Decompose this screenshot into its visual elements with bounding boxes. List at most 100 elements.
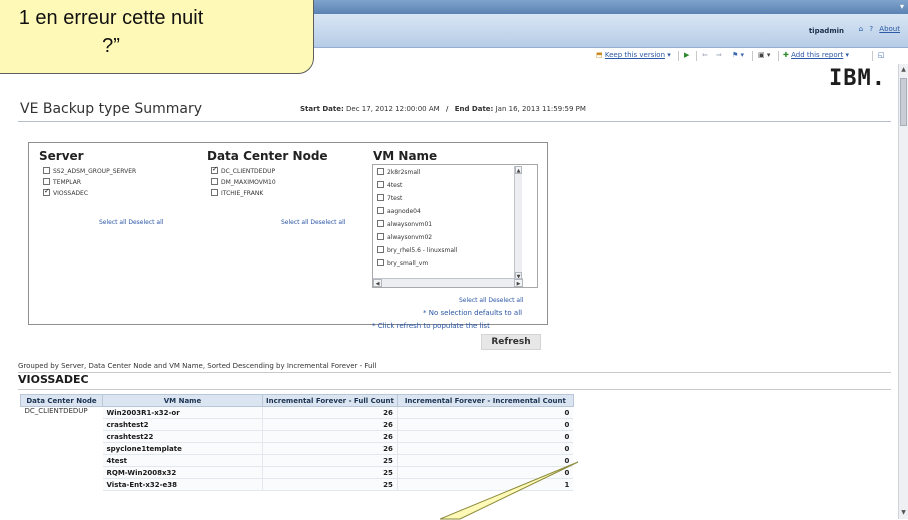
forward-icon[interactable]: ⇒	[716, 51, 722, 59]
add-report-link[interactable]: Add this report	[791, 51, 843, 59]
data-center-node-cell: DC_CLIENTDEDUP	[20, 406, 103, 491]
refresh-button[interactable]: Refresh	[481, 334, 541, 350]
vm-option[interactable]: bry_small_vm	[377, 259, 428, 267]
checkbox-checked[interactable]	[43, 187, 50, 196]
scroll-thumb[interactable]	[900, 78, 907, 126]
vm-option[interactable]: alwaysonvm02	[377, 233, 432, 241]
dcnode-option[interactable]: ITCHIE_FRANK	[211, 189, 263, 197]
column-header-full: Incremental Forever - Full Count	[262, 394, 398, 407]
dcnode-select-all[interactable]: Select all	[281, 219, 308, 226]
home-icon[interactable]: ⌂	[859, 25, 863, 33]
page-scrollbar[interactable]: ▲ ▼	[898, 64, 908, 519]
server-section-title: VIOSSADEC	[18, 373, 89, 386]
table-header-row: Data Center Node VM Name Incremental For…	[20, 394, 574, 407]
checkbox[interactable]	[377, 194, 384, 201]
chevron-down-icon[interactable]: ▾	[900, 2, 904, 11]
add-report-menu[interactable]: ✚ Add this report ▾	[783, 51, 849, 59]
toolbar-divider	[752, 51, 753, 61]
callout-line-2: ?”	[102, 35, 120, 57]
scroll-left-icon[interactable]: ◀	[373, 279, 382, 287]
toolbar-divider	[872, 51, 873, 61]
column-header-incremental: Incremental Forever - Incremental Count	[396, 394, 574, 407]
vm-option[interactable]: aagnode04	[377, 207, 421, 215]
checkbox[interactable]	[377, 207, 384, 214]
toolbar-divider	[696, 51, 697, 61]
add-report-icon: ✚	[783, 51, 789, 59]
vm-list[interactable]: 2k8r2small 4test 7test aagnode04 alwayso…	[372, 164, 538, 288]
checkbox[interactable]	[43, 178, 50, 185]
open-icon[interactable]: ◱	[878, 51, 885, 59]
checkbox[interactable]	[211, 189, 218, 196]
output-icon[interactable]: ▣ ▾	[758, 51, 770, 59]
server-option[interactable]: VIOSSADEC	[43, 187, 88, 197]
vm-deselect-all[interactable]: Deselect all	[488, 297, 523, 304]
grouping-description: Grouped by Server, Data Center Node and …	[18, 362, 377, 370]
full-count-cell: 26	[262, 406, 398, 419]
default-selection-note: * No selection defaults to all	[423, 309, 523, 317]
filter-panel: Server SS2_ADSM_GROUP_SERVER TEMPLAR VIO…	[28, 142, 548, 325]
vm-name-cell: crashtest2	[102, 418, 263, 431]
incremental-count-cell: 0	[396, 418, 574, 431]
dcnode-option[interactable]: DM_MAXIMOVM10	[211, 178, 276, 186]
vm-option[interactable]: 7test	[377, 194, 402, 202]
vm-heading: VM Name	[373, 149, 438, 163]
server-select-all[interactable]: Select all	[99, 219, 126, 226]
vm-option[interactable]: bry_rhel5.6 - linuxsmall	[377, 246, 457, 254]
full-count-cell: 26	[262, 442, 398, 455]
keep-version-menu[interactable]: ⬒ Keep this version ▾	[596, 51, 671, 59]
title-divider	[18, 121, 891, 122]
annotation-callout: 1 en erreur cette nuit ?”	[0, 0, 314, 74]
scroll-up-icon[interactable]: ▲	[900, 66, 907, 74]
table-row: DC_CLIENTDEDUP Win2003R1-x32-or 26 0	[20, 406, 574, 491]
vm-select-links: Select all Deselect all	[459, 297, 523, 304]
scroll-up-icon[interactable]: ▲	[515, 166, 522, 174]
checkbox-checked[interactable]	[211, 165, 218, 174]
start-date-value: Dec 17, 2012 12:00:00 AM	[346, 105, 440, 113]
checkbox[interactable]	[377, 181, 384, 188]
checkbox[interactable]	[377, 246, 384, 253]
checkbox[interactable]	[377, 220, 384, 227]
server-option[interactable]: SS2_ADSM_GROUP_SERVER	[43, 167, 136, 175]
report-title: VE Backup type Summary	[20, 101, 203, 117]
callout-pointer	[440, 461, 579, 520]
vm-option[interactable]: 4test	[377, 181, 402, 189]
run-icon[interactable]: ▶	[684, 51, 689, 59]
drill-icon[interactable]: ⚑ ▾	[732, 51, 744, 59]
dcnode-deselect-all[interactable]: Deselect all	[310, 219, 345, 226]
checkbox[interactable]	[377, 259, 384, 266]
vm-select-all[interactable]: Select all	[459, 297, 486, 304]
column-header-node: Data Center Node	[20, 394, 103, 407]
checkbox[interactable]	[377, 168, 384, 175]
keep-version-icon: ⬒	[596, 51, 603, 59]
toolbar-divider	[778, 51, 779, 61]
server-list: SS2_ADSM_GROUP_SERVER TEMPLAR VIOSSADEC	[39, 164, 201, 209]
checkbox[interactable]	[43, 167, 50, 174]
table-row: crashtest22 26 0	[21, 430, 574, 443]
vm-option[interactable]: alwaysonvm01	[377, 220, 432, 228]
help-icon[interactable]: ?	[869, 25, 873, 33]
section-divider	[18, 372, 891, 373]
server-deselect-all[interactable]: Deselect all	[128, 219, 163, 226]
full-count-cell: 25	[262, 454, 398, 467]
scroll-right-icon[interactable]: ▶	[514, 279, 523, 287]
checkbox[interactable]	[377, 233, 384, 240]
chevron-down-icon: ▾	[845, 51, 850, 59]
vm-name-cell: RQM-Win2008x32	[102, 466, 263, 479]
chevron-down-icon: ▾	[667, 51, 671, 59]
vm-option[interactable]: 2k8r2small	[377, 168, 420, 176]
back-icon[interactable]: ⇐	[702, 51, 708, 59]
scroll-down-icon[interactable]: ▼	[900, 509, 907, 517]
dcnode-option[interactable]: DC_CLIENTDEDUP	[211, 165, 275, 175]
server-option[interactable]: TEMPLAR	[43, 178, 81, 186]
full-count-cell: 26	[262, 430, 398, 443]
checkbox[interactable]	[211, 178, 218, 185]
dcnode-list: DC_CLIENTDEDUP DM_MAXIMOVM10 ITCHIE_FRAN…	[207, 164, 357, 209]
date-separator: /	[445, 105, 449, 113]
report-date-range: Start Date: Dec 17, 2012 12:00:00 AM / E…	[300, 105, 586, 113]
about-link[interactable]: About	[879, 25, 900, 33]
vm-list-hscrollbar[interactable]: ◀ ▶	[373, 278, 523, 287]
keep-version-link[interactable]: Keep this version	[605, 51, 665, 59]
callout-pointer-shape	[440, 461, 579, 520]
vm-name-cell: spyclone1template	[102, 442, 263, 455]
vm-list-vscrollbar[interactable]: ▲ ▼	[514, 166, 522, 280]
